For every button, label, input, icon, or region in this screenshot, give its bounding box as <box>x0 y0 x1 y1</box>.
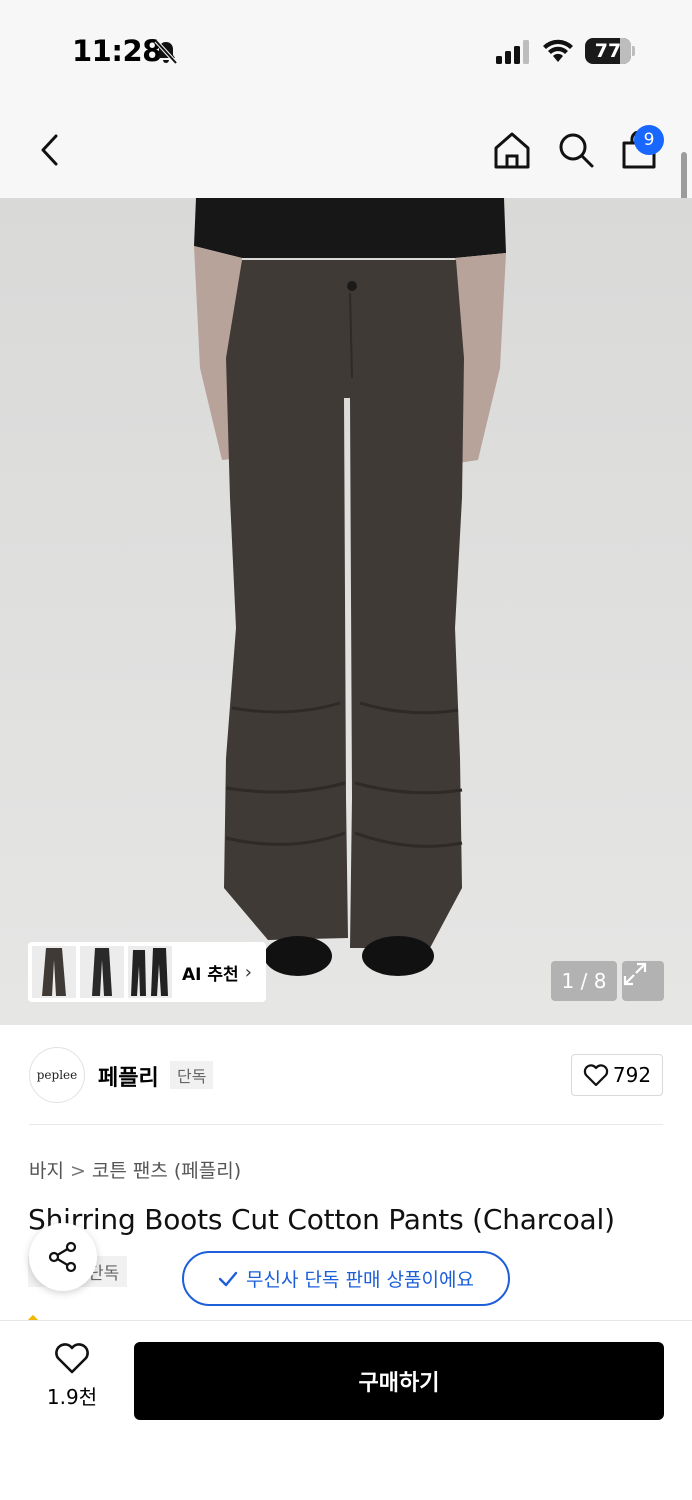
thumbnail-2[interactable] <box>80 946 124 998</box>
buy-button[interactable]: 구매하기 <box>134 1342 664 1420</box>
breadcrumb-category[interactable]: 바지 <box>29 1160 64 1182</box>
brand-exclusive-badge: 단독 <box>170 1061 214 1089</box>
image-page-counter: 1 / 8 <box>551 961 617 1001</box>
rating-row <box>28 1312 228 1320</box>
exclusive-toast: 무신사 단독 판매 상품이에요 <box>182 1251 510 1306</box>
wishlist-count: 1.9천 <box>46 1385 98 1409</box>
search-button[interactable] <box>554 128 598 172</box>
product-title: Shirring Boots Cut Cotton Pants (Charcoa… <box>28 1203 615 1236</box>
toast-message: 무신사 단독 판매 상품이에요 <box>246 1269 474 1291</box>
thumbnail-1[interactable] <box>32 946 76 998</box>
wifi-icon <box>543 39 573 62</box>
status-time: 11:28 <box>72 34 162 68</box>
search-icon <box>559 133 594 168</box>
heart-icon <box>55 1343 89 1374</box>
brand-like-count: 792 <box>612 1063 652 1087</box>
share-icon <box>48 1241 77 1273</box>
breadcrumb: 바지 > 코튼 팬츠 (페플리) <box>29 1156 241 1183</box>
home-button[interactable] <box>490 128 534 172</box>
status-bar: 11:28 77 <box>0 0 692 100</box>
bottom-action-bar: 1.9천 구매하기 <box>0 1320 692 1500</box>
battery-level: 77 <box>594 40 622 62</box>
chevron-left-icon <box>41 134 58 166</box>
heart-icon <box>583 1064 609 1087</box>
bell-slash-icon <box>154 39 178 65</box>
home-icon <box>494 132 530 169</box>
brand-name[interactable]: 페플리 <box>98 1060 159 1092</box>
brand-like-button[interactable]: 792 <box>571 1054 663 1096</box>
product-photo <box>0 198 692 1025</box>
cart-count-badge: 9 <box>634 125 664 155</box>
ai-recommend-label: AI 추천 <box>182 964 239 985</box>
thumbnail-3[interactable] <box>128 946 172 998</box>
divider <box>29 1124 663 1125</box>
expand-button[interactable] <box>622 961 664 1001</box>
check-icon <box>218 1271 238 1286</box>
breadcrumb-subcategory[interactable]: 코튼 팬츠 (페플리) <box>92 1160 241 1182</box>
expand-icon <box>623 962 647 986</box>
share-button[interactable] <box>29 1223 97 1291</box>
top-nav-bar <box>0 100 692 198</box>
cellular-signal-icon <box>496 40 529 64</box>
product-image[interactable]: AI 추천 › 1 / 8 <box>0 198 692 1025</box>
ai-recommend-strip[interactable]: AI 추천 › <box>28 942 266 1002</box>
chevron-right-icon: › <box>244 961 252 983</box>
battery-icon: 77 <box>585 38 635 64</box>
wishlist-button[interactable]: 1.9천 <box>36 1343 108 1423</box>
breadcrumb-separator: > <box>69 1160 86 1182</box>
brand-logo[interactable]: peplee <box>29 1047 85 1103</box>
back-button[interactable] <box>28 128 72 172</box>
